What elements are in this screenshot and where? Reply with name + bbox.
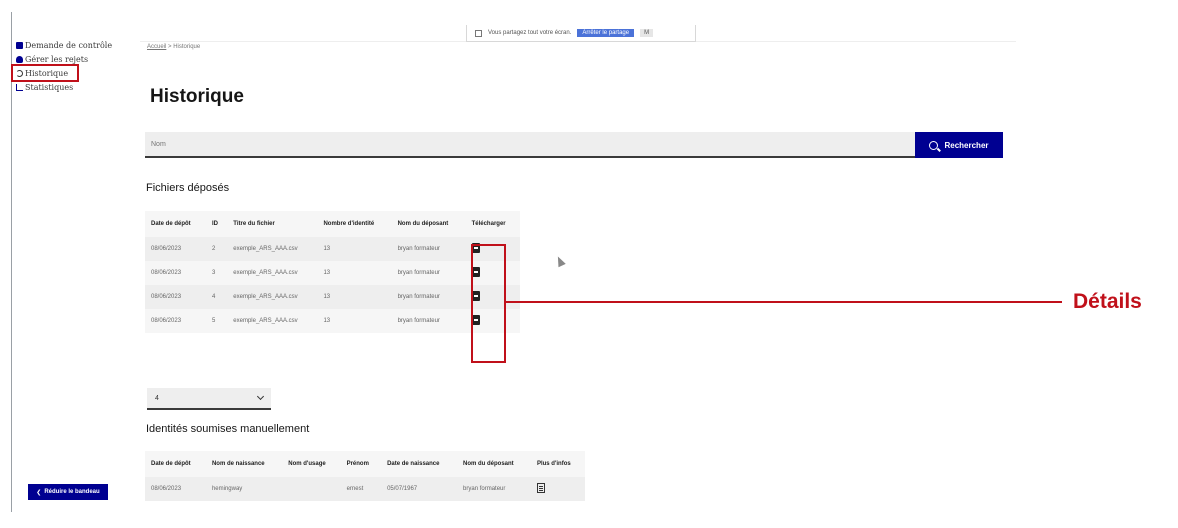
column-header[interactable]: Nombre d'identité bbox=[317, 211, 391, 237]
cell-id: 2 bbox=[206, 237, 228, 261]
cell-id: 4 bbox=[206, 285, 228, 309]
cell-depositor: bryan formateur bbox=[391, 309, 466, 333]
hide-share-bar-button[interactable]: M bbox=[640, 29, 654, 37]
table-row: 08/06/2023 hemingway ernest 05/07/1967 b… bbox=[145, 477, 585, 501]
chevron-down-icon bbox=[256, 392, 265, 401]
search-icon bbox=[929, 140, 939, 150]
page-title: Historique bbox=[150, 86, 244, 107]
column-header[interactable]: Date de naissance bbox=[381, 451, 457, 477]
page: Demande de contrôle Gérer les rejets His… bbox=[0, 0, 1178, 528]
column-header[interactable]: Télécharger bbox=[466, 211, 520, 237]
reduce-sidebar-button[interactable]: ❮ Réduire le bandeau bbox=[28, 484, 108, 500]
column-header[interactable]: Nom du déposant bbox=[457, 451, 531, 477]
share-text: Vous partagez tout votre écran. bbox=[488, 30, 572, 36]
user-icon bbox=[16, 55, 23, 63]
cell-id: 3 bbox=[206, 261, 228, 285]
per-page-select[interactable]: 4 bbox=[147, 388, 271, 410]
cell-date: 08/06/2023 bbox=[145, 285, 207, 309]
sidebar-item-label: Statistiques bbox=[25, 82, 74, 92]
cell-title: exemple_ARS_AAA.csv bbox=[227, 285, 318, 309]
search-input[interactable] bbox=[145, 132, 915, 156]
per-page-value: 4 bbox=[155, 394, 159, 402]
cell-depositor: bryan formateur bbox=[391, 237, 466, 261]
table-row: 08/06/2023 2 exemple_ARS_AAA.csv 13 brya… bbox=[145, 237, 520, 261]
details-callout-line bbox=[506, 301, 1062, 303]
cell-depositor: bryan formateur bbox=[391, 285, 466, 309]
search-button[interactable]: Rechercher bbox=[915, 132, 1003, 158]
column-header[interactable]: Nom du déposant bbox=[392, 211, 466, 237]
cell-birth-date: 05/07/1967 bbox=[381, 477, 458, 501]
sidebar: Demande de contrôle Gérer les rejets His… bbox=[11, 38, 131, 508]
cell-date: 08/06/2023 bbox=[145, 477, 206, 501]
cell-title: exemple_ARS_AAA.csv bbox=[227, 237, 318, 261]
sidebar-item-rejets[interactable]: Gérer les rejets bbox=[13, 52, 131, 66]
cell-count: 13 bbox=[317, 309, 392, 333]
manual-identities-table: Date de dépôt Nom de naissance Nom d'usa… bbox=[145, 451, 585, 501]
screen-share-bar: Vous partagez tout votre écran. Arrêter … bbox=[466, 25, 696, 42]
column-header[interactable]: Nom d'usage bbox=[282, 451, 340, 477]
table-row: 08/06/2023 4 exemple_ARS_AAA.csv 13 brya… bbox=[145, 285, 520, 309]
mouse-cursor-icon bbox=[554, 254, 566, 268]
sidebar-item-label: Demande de contrôle bbox=[25, 40, 113, 50]
cell-date: 08/06/2023 bbox=[145, 261, 207, 285]
column-header[interactable]: Plus d'infos bbox=[531, 451, 585, 477]
details-callout-label: Détails bbox=[1073, 290, 1142, 313]
cell-count: 13 bbox=[317, 237, 392, 261]
cell-birth-name: hemingway bbox=[205, 477, 283, 501]
document-icon bbox=[16, 41, 23, 49]
table-header-row: Date de dépôt ID Titre du fichier Nombre… bbox=[145, 211, 520, 237]
share-icon bbox=[475, 29, 482, 37]
files-table: Date de dépôt ID Titre du fichier Nombre… bbox=[145, 211, 520, 333]
stats-icon bbox=[16, 83, 23, 91]
cell-usage-name bbox=[282, 477, 341, 501]
breadcrumb: Accueil > Historique bbox=[147, 44, 200, 50]
sidebar-item-label: Gérer les rejets bbox=[25, 54, 89, 64]
cell-depositor: bryan formateur bbox=[391, 261, 466, 285]
cell-title: exemple_ARS_AAA.csv bbox=[227, 309, 318, 333]
table-row: 08/06/2023 5 exemple_ARS_AAA.csv 13 brya… bbox=[145, 309, 520, 333]
breadcrumb-current: Historique bbox=[173, 44, 201, 50]
sidebar-item-label: Historique bbox=[25, 68, 69, 78]
cell-id: 5 bbox=[206, 309, 228, 333]
window-edge bbox=[11, 12, 12, 512]
cell-title: exemple_ARS_AAA.csv bbox=[227, 261, 318, 285]
details-highlight-box bbox=[471, 244, 506, 363]
column-header[interactable]: ID bbox=[206, 211, 227, 237]
cell-date: 08/06/2023 bbox=[145, 309, 207, 333]
column-header[interactable]: Date de dépôt bbox=[145, 211, 206, 237]
sidebar-item-statistiques[interactable]: Statistiques bbox=[13, 80, 131, 94]
table-row: 08/06/2023 3 exemple_ARS_AAA.csv 13 brya… bbox=[145, 261, 520, 285]
search-bar bbox=[145, 132, 915, 158]
column-header[interactable]: Titre du fichier bbox=[227, 211, 317, 237]
manual-heading: Identités soumises manuellement bbox=[146, 423, 310, 435]
files-heading: Fichiers déposés bbox=[146, 182, 230, 194]
cell-depositor: bryan formateur bbox=[457, 477, 531, 501]
cell-count: 13 bbox=[317, 261, 392, 285]
cell-count: 13 bbox=[317, 285, 392, 309]
stop-sharing-button[interactable]: Arrêter le partage bbox=[577, 29, 635, 37]
breadcrumb-separator: > bbox=[168, 44, 172, 50]
cell-first-name: ernest bbox=[340, 477, 382, 501]
history-icon bbox=[16, 69, 23, 77]
cell-date: 08/06/2023 bbox=[145, 237, 207, 261]
table-header-row: Date de dépôt Nom de naissance Nom d'usa… bbox=[145, 451, 585, 477]
info-document-icon[interactable] bbox=[536, 483, 545, 493]
breadcrumb-home[interactable]: Accueil bbox=[147, 44, 166, 50]
column-header[interactable]: Prénom bbox=[341, 451, 382, 477]
sidebar-item-historique[interactable]: Historique bbox=[11, 64, 79, 82]
column-header[interactable]: Date de dépôt bbox=[145, 451, 206, 477]
chevron-left-icon: ❮ bbox=[36, 489, 42, 496]
sidebar-item-demande[interactable]: Demande de contrôle bbox=[13, 38, 131, 52]
column-header[interactable]: Nom de naissance bbox=[206, 451, 282, 477]
